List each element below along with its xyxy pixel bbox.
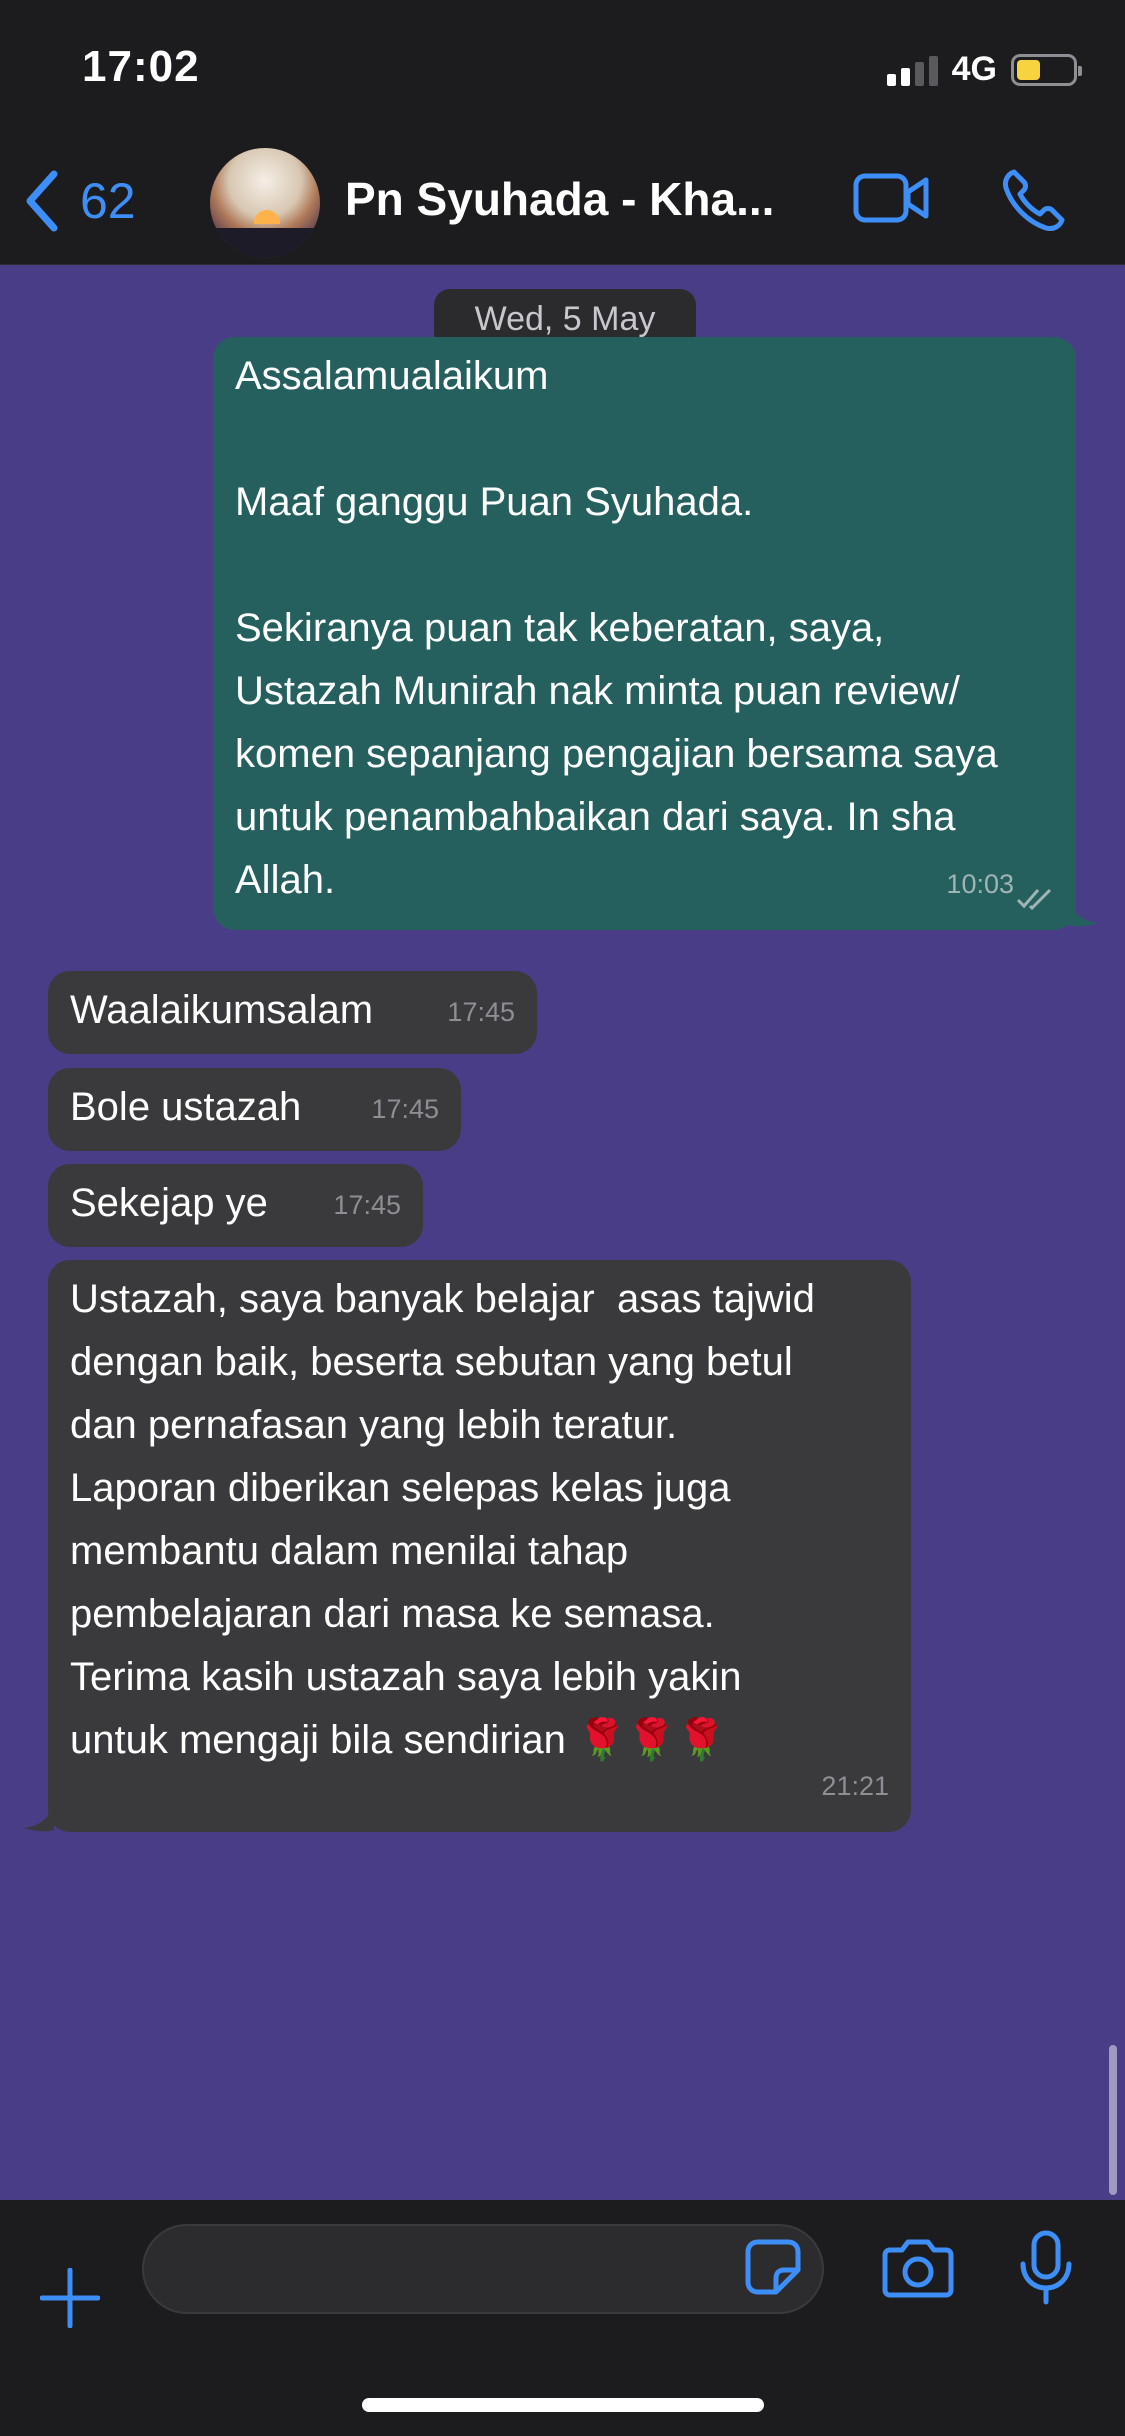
status-indicators: 4G <box>886 50 1082 89</box>
battery-icon <box>1011 53 1082 86</box>
phone-icon[interactable] <box>1000 166 1070 232</box>
network-type: 4G <box>951 50 997 88</box>
back-chevron-icon <box>26 170 58 232</box>
message-time: 10:03 <box>946 869 1014 899</box>
back-button[interactable]: 62 <box>22 168 136 234</box>
chat-messages-area[interactable]: Wed, 5 May Assalamualaikum Maaf ganggu P… <box>0 265 1125 2200</box>
chat-header: 62 Pn Syuhada - Kha... <box>0 140 1125 265</box>
avatar[interactable] <box>210 148 320 258</box>
bubble-tail <box>1068 897 1098 927</box>
incoming-message[interactable]: Ustazah, saya banyak belajar asas tajwid… <box>48 1260 911 1832</box>
incoming-message[interactable]: Waalaikumsalam 17:45 <box>48 971 537 1054</box>
outgoing-message[interactable]: Assalamualaikum Maaf ganggu Puan Syuhada… <box>213 337 1076 930</box>
plus-icon[interactable] <box>40 2268 100 2328</box>
incoming-message[interactable]: Sekejap ye 17:45 <box>48 1164 423 1247</box>
status-bar: 17:02 4G <box>0 0 1125 140</box>
camera-icon[interactable] <box>882 2236 954 2298</box>
message-input-bar <box>0 2200 1125 2436</box>
status-time: 17:02 <box>82 42 200 91</box>
bubble-tail <box>24 1802 54 1832</box>
incoming-message[interactable]: Bole ustazah 17:45 <box>48 1068 461 1151</box>
video-call-icon[interactable] <box>852 170 932 226</box>
message-time: 17:45 <box>371 1094 439 1124</box>
microphone-icon[interactable] <box>1018 2230 1074 2306</box>
message-time: 17:45 <box>447 997 515 1027</box>
read-receipt-icon <box>1016 888 1052 910</box>
home-indicator[interactable] <box>362 2398 764 2412</box>
contact-name[interactable]: Pn Syuhada - Kha... <box>345 172 795 226</box>
message-time: 21:21 <box>821 1771 889 1801</box>
message-text: Ustazah, saya banyak belajar asas tajwid… <box>70 1277 815 1762</box>
message-text: Assalamualaikum Maaf ganggu Puan Syuhada… <box>235 354 998 902</box>
scrollbar[interactable] <box>1109 2045 1117 2195</box>
sticker-icon[interactable] <box>744 2238 802 2296</box>
message-time: 17:45 <box>333 1190 401 1220</box>
unread-count: 62 <box>80 173 136 229</box>
signal-icon <box>886 54 938 86</box>
message-input[interactable] <box>142 2224 824 2314</box>
